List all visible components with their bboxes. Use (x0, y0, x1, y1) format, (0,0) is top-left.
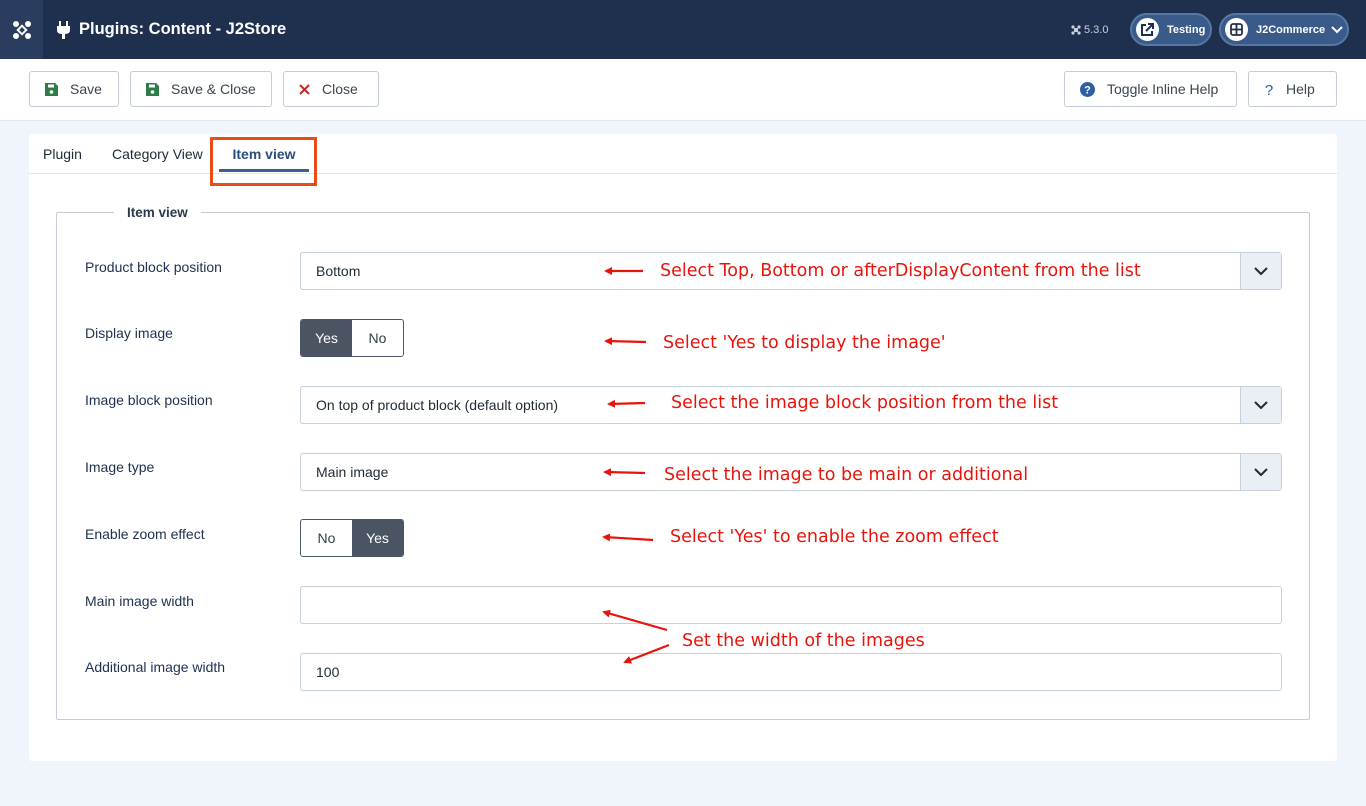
annotation-display-image: Select 'Yes to display the image' (663, 333, 946, 353)
arrow-image-type (603, 468, 646, 477)
annotation-width: Set the width of the images (682, 631, 925, 651)
arrow-zoom (602, 533, 654, 542)
annotation-product-block: Select Top, Bottom or afterDisplayConten… (660, 261, 1141, 281)
annotation-image-block: Select the image block position from the… (671, 393, 1059, 413)
arrow-image-block (607, 399, 646, 408)
arrow-additional-width (623, 643, 670, 664)
arrow-main-width (602, 609, 668, 632)
annotation-zoom: Select 'Yes' to enable the zoom effect (670, 527, 999, 547)
arrow-display-image (604, 337, 647, 346)
annotation-image-type: Select the image to be main or additiona… (664, 465, 1029, 485)
